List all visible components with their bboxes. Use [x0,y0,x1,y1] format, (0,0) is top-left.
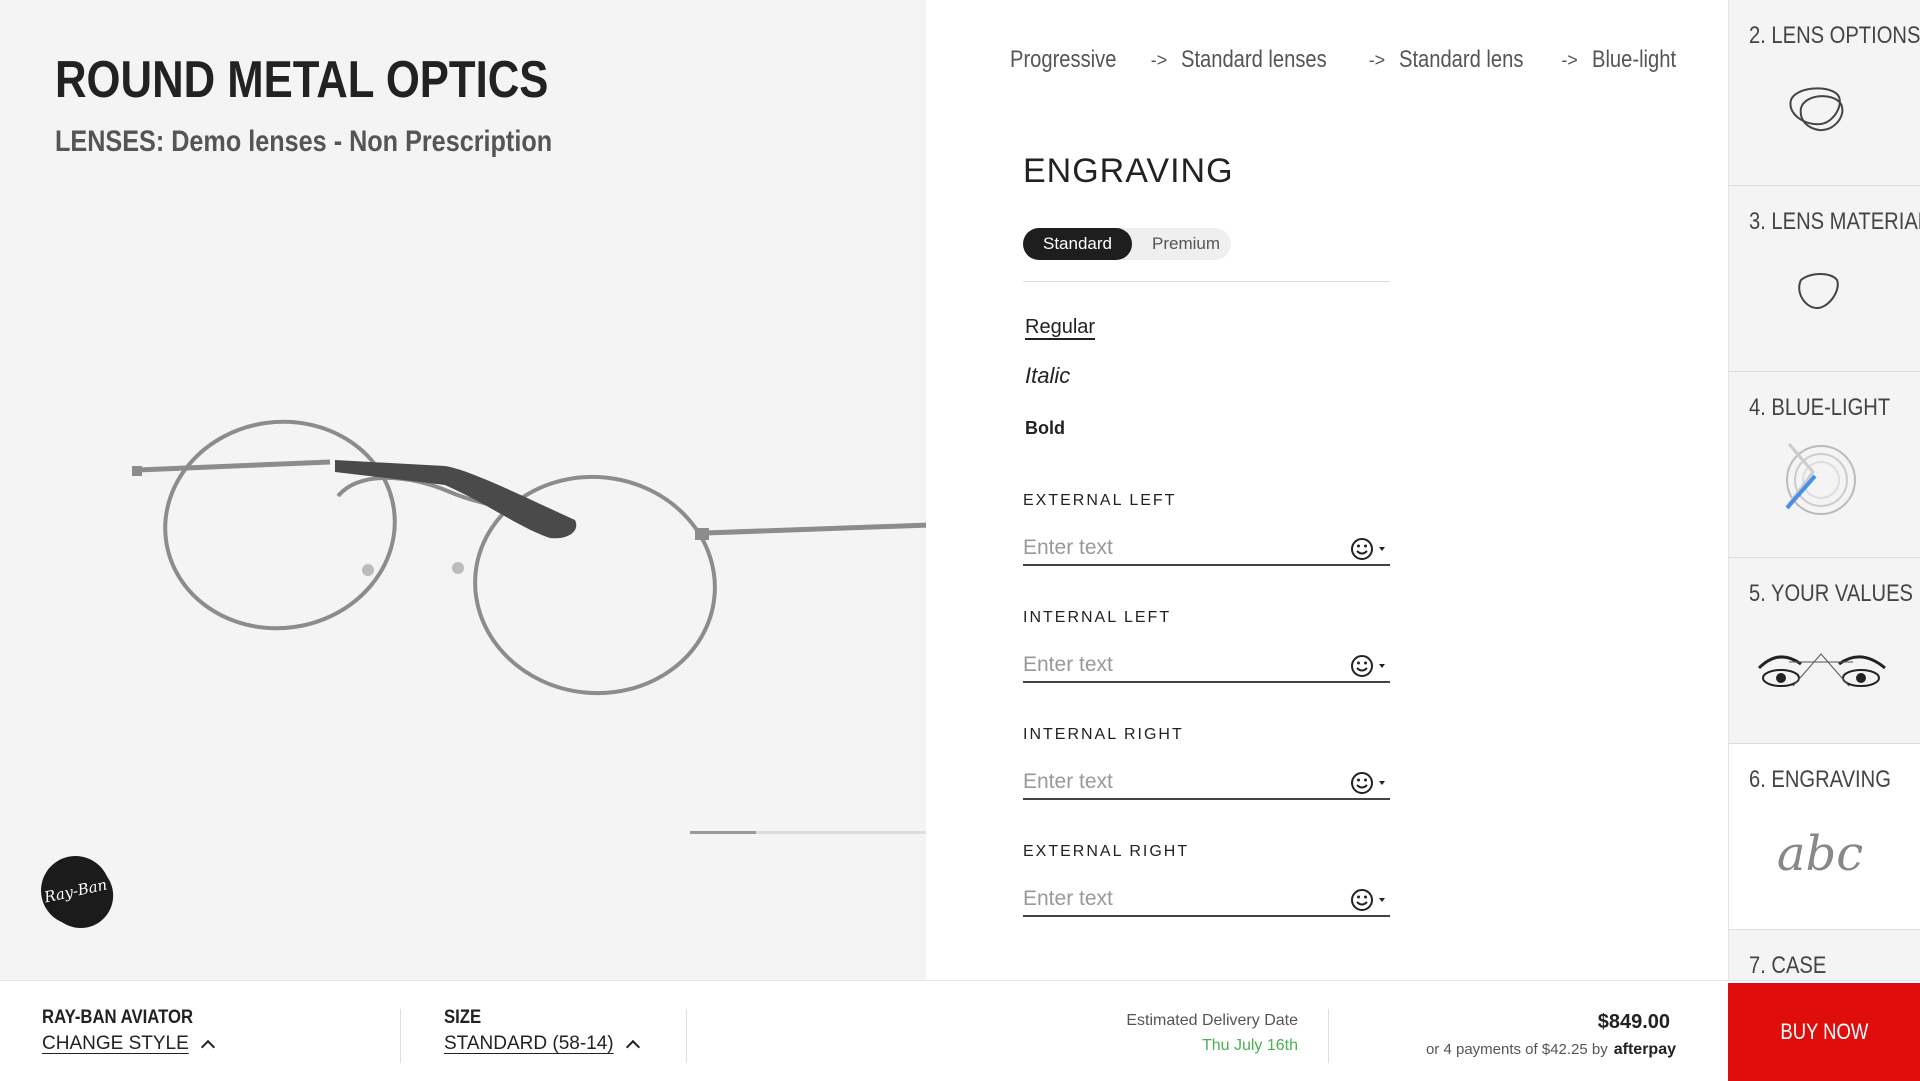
step-case[interactable]: 7. CASE [1729,930,1920,980]
emoji-picker-icon[interactable] [1350,536,1390,562]
step-label: 2. LENS OPTIONS [1749,22,1920,49]
internal-left-input[interactable] [1023,651,1323,679]
section-title: ENGRAVING [1023,152,1234,190]
external-right-input[interactable] [1023,885,1323,913]
blue-light-icon [1785,443,1856,515]
breadcrumb-separator: -> [1150,49,1168,70]
chevron-up-icon [200,1039,215,1055]
field-label-internal-left: INTERNAL LEFT [1023,609,1172,626]
breadcrumb-item-blue-light[interactable]: Blue-light [1592,46,1676,74]
size-label: SIZE [444,1007,482,1028]
external-left-input[interactable] [1023,534,1323,562]
divider [400,1009,401,1063]
breadcrumb-separator: -> [1561,49,1578,70]
breadcrumb-item-progressive[interactable]: Progressive [1010,46,1116,74]
step-label: 5. YOUR VALUES [1749,580,1913,607]
step-your-values[interactable]: 5. YOUR VALUES [1729,558,1920,744]
breadcrumb-separator: -> [1368,49,1386,70]
product-lenses-subtitle: LENSES: Demo lenses - Non Prescription [55,125,553,158]
step-label: 4. BLUE-LIGHT [1749,394,1891,421]
emoji-picker-icon[interactable] [1350,887,1390,913]
step-engraving[interactable]: 6. ENGRAVING abc [1729,744,1920,930]
step-lens-material[interactable]: 3. LENS MATERIAL [1729,186,1920,372]
lens-material-icon [1798,273,1839,310]
size-selector[interactable]: STANDARD (58-14) [444,1033,640,1055]
field-label-internal-right: INTERNAL RIGHT [1023,726,1184,743]
lens-options-icon [1789,87,1844,132]
change-style-link[interactable]: CHANGE STYLE [42,1033,215,1055]
eyes-icon [1757,653,1886,687]
tab-premium[interactable]: Premium [1132,228,1240,260]
installment-info: or 4 payments of $42.25 by afterpay [1425,1041,1676,1058]
buy-now-button[interactable]: BUY NOW [1728,983,1920,1081]
chevron-up-icon [625,1039,640,1055]
step-label: 6. ENGRAVING [1749,766,1891,793]
bottom-bar: RAY-BAN AVIATOR CHANGE STYLE SIZE STANDA… [0,980,1920,1081]
field-label-external-left: EXTERNAL LEFT [1023,492,1177,509]
price: $849.00 [1597,1011,1670,1033]
image-carousel-scrollbar[interactable] [690,831,926,834]
engraving-type-toggle: Standard Premium [1023,228,1231,260]
configurator-panel: Progressive -> Standard lenses -> Standa… [926,0,1728,980]
afterpay-logo[interactable]: afterpay [1614,1041,1676,1058]
font-option-regular[interactable]: Regular [1025,316,1095,339]
step-label: 7. CASE [1749,952,1827,979]
internal-right-input[interactable] [1023,768,1323,796]
model-label: RAY-BAN AVIATOR [42,1007,194,1028]
font-option-bold[interactable]: Bold [1025,418,1065,439]
divider [686,1009,687,1063]
step-label: 3. LENS MATERIAL [1749,208,1920,235]
steps-sidebar: 2. LENS OPTIONS 3. LENS MATERIAL 4. BLUE… [1728,0,1920,980]
font-option-italic[interactable]: Italic [1025,363,1070,389]
emoji-picker-icon[interactable] [1350,653,1390,679]
glasses-image [132,419,926,696]
external-left-field [1023,530,1390,566]
step-lens-options[interactable]: 2. LENS OPTIONS [1729,0,1920,186]
breadcrumb-item-standard-lens[interactable]: Standard lens [1399,46,1523,74]
divider [1023,281,1390,282]
external-right-field [1023,881,1390,917]
breadcrumb-item-standard-lenses[interactable]: Standard lenses [1181,46,1327,74]
tab-standard[interactable]: Standard [1023,228,1132,260]
product-panel: ROUND METAL OPTICS LENSES: Demo lenses -… [0,0,926,980]
internal-right-field [1023,764,1390,800]
breadcrumb: Progressive -> Standard lenses -> Standa… [1010,46,1692,74]
delivery-date-label: Estimated Delivery Date [1126,1012,1298,1029]
product-title: ROUND METAL OPTICS [55,51,549,109]
divider [1328,1009,1329,1063]
field-label-external-right: EXTERNAL RIGHT [1023,843,1190,860]
emoji-picker-icon[interactable] [1350,770,1390,796]
internal-left-field [1023,647,1390,683]
delivery-date-value: Thu July 16th [1201,1037,1298,1054]
step-blue-light[interactable]: 4. BLUE-LIGHT [1729,372,1920,558]
engraving-abc-icon: abc [1776,826,1864,882]
brand-logo: Ray-Ban [34,849,117,932]
